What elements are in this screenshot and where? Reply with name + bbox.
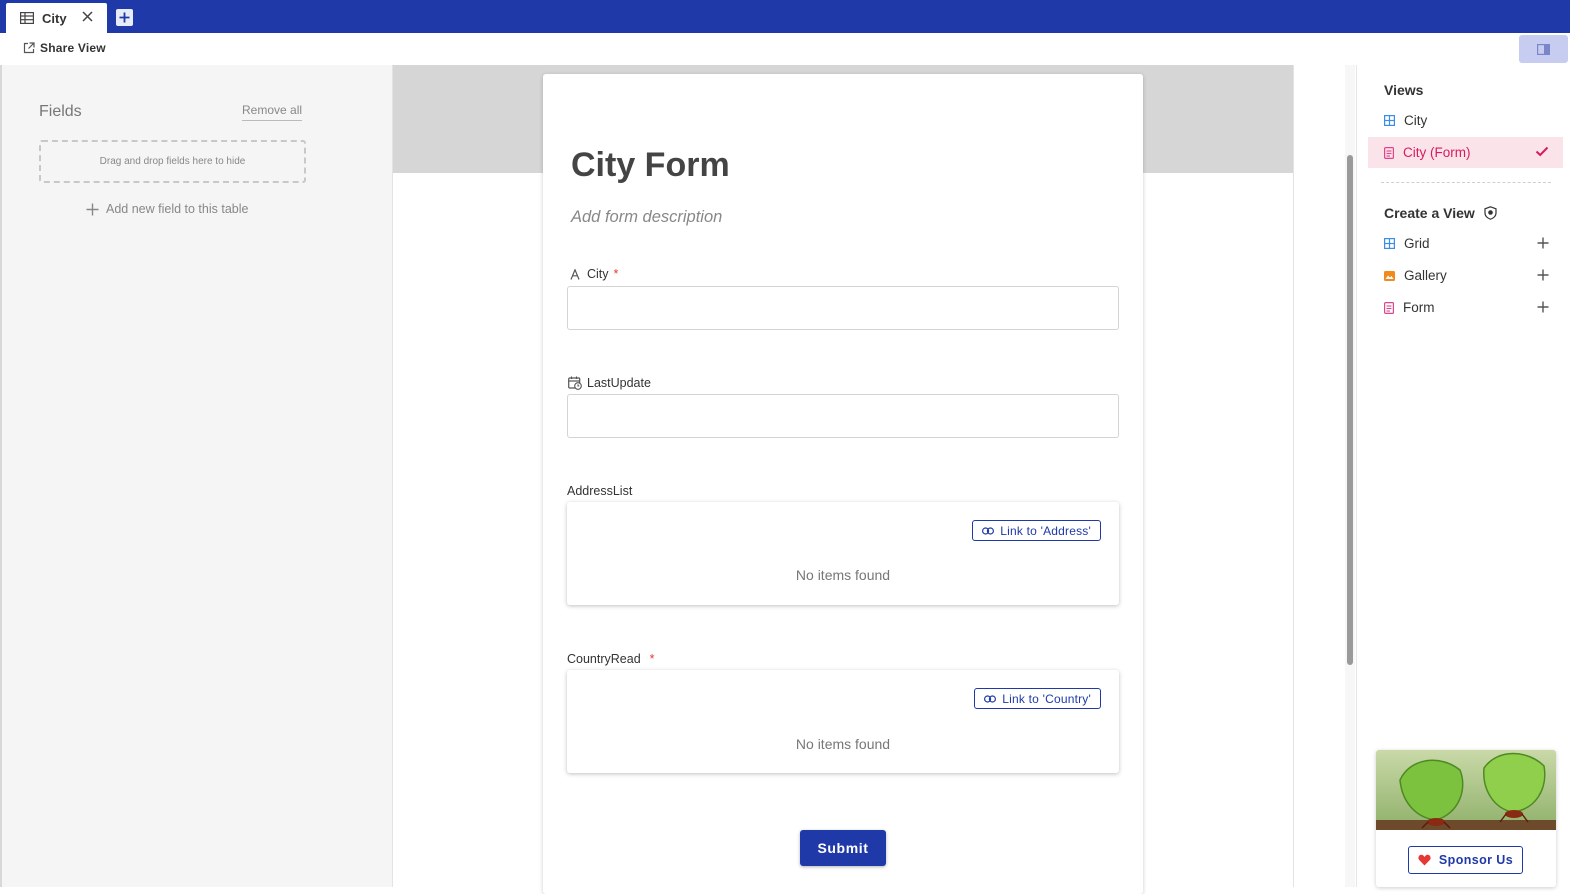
link-country-label: Link to 'Country' [1002, 691, 1091, 706]
sponsor-us-button[interactable]: Sponsor Us [1408, 846, 1523, 874]
field-label-text: AddressList [567, 484, 633, 498]
empty-state-text: No items found [795, 736, 891, 752]
sponsor-card: Sponsor Us [1376, 750, 1556, 887]
tab-city[interactable]: City [6, 3, 107, 33]
required-mark: * [649, 652, 655, 666]
views-heading: Views [1384, 82, 1423, 98]
heart-icon [1418, 854, 1431, 866]
share-view-label: Share View [40, 41, 106, 55]
form-description[interactable]: Add form description [571, 208, 722, 227]
toggle-sidebar-button[interactable] [1519, 35, 1568, 63]
form-card: City Form Add form description City * La… [543, 74, 1143, 894]
calendar-clock-icon [568, 376, 582, 390]
field-label-city: City * [570, 267, 618, 281]
add-new-field-label: Add new field to this table [106, 202, 249, 216]
submit-button[interactable]: Submit [800, 830, 886, 866]
plus-icon [1537, 237, 1549, 249]
create-view-label: Form [1403, 300, 1435, 315]
hidden-fields-panel: Fields Remove all Drag and drop fields h… [2, 65, 392, 887]
field-label-text: CountryRead [567, 652, 641, 666]
share-icon [23, 42, 35, 54]
link-icon [984, 694, 997, 703]
field-label-text: LastUpdate [587, 376, 651, 390]
plus-icon [86, 203, 99, 216]
view-item-label: City [1404, 113, 1428, 128]
grid-icon [1384, 238, 1395, 249]
lastupdate-input[interactable] [567, 394, 1119, 438]
check-icon [1535, 146, 1549, 157]
field-label-text: City [587, 267, 609, 281]
create-view-label: Gallery [1404, 268, 1447, 283]
sponsor-us-label: Sponsor Us [1438, 853, 1514, 867]
form-icon [1384, 301, 1394, 314]
hidden-fields-drop-zone[interactable]: Drag and drop fields here to hide [39, 140, 306, 183]
link-address-button[interactable]: Link to 'Address' [972, 520, 1101, 541]
link-address-label: Link to 'Address' [1000, 523, 1091, 538]
field-label-countryread: CountryRead * [567, 652, 655, 666]
plus-icon [1537, 269, 1549, 281]
plus-icon [1537, 301, 1549, 313]
field-label-addresslist: AddressList [567, 484, 632, 498]
view-toolbar: Share View [0, 33, 1570, 65]
views-panel: Views City City (Form) Create a View Gri… [1357, 65, 1570, 887]
link-country-button[interactable]: Link to 'Country' [974, 688, 1101, 709]
link-icon [982, 526, 995, 535]
shield-icon [1484, 206, 1497, 220]
form-title[interactable]: City Form [571, 146, 730, 185]
add-new-field-button[interactable]: Add new field to this table [86, 202, 248, 216]
view-item-city[interactable]: City [1368, 105, 1563, 136]
create-view-form[interactable]: Form [1368, 292, 1563, 323]
add-tab-button[interactable] [116, 9, 133, 26]
views-divider [1381, 182, 1551, 183]
grid-icon [20, 12, 34, 24]
tab-label: City [42, 10, 67, 26]
close-icon[interactable] [82, 11, 93, 22]
text-type-icon [570, 268, 580, 280]
remove-all-button[interactable]: Remove all [242, 103, 303, 121]
gallery-icon [1384, 270, 1395, 281]
create-view-heading: Create a View [1384, 205, 1497, 221]
view-item-label: City (Form) [1403, 145, 1471, 160]
grid-icon [1384, 115, 1395, 126]
view-item-city-form[interactable]: City (Form) [1368, 137, 1563, 168]
tab-bar: City [0, 0, 1570, 33]
drop-zone-text: Drag and drop fields here to hide [99, 156, 246, 167]
fields-title: Fields [39, 103, 82, 120]
sidebar-icon [1537, 43, 1550, 55]
share-view-button[interactable]: Share View [18, 41, 106, 55]
addresslist-link-box: Link to 'Address' No items found [567, 502, 1119, 605]
create-view-heading-text: Create a View [1384, 205, 1475, 221]
views-heading-text: Views [1384, 82, 1424, 98]
field-label-lastupdate: LastUpdate [568, 376, 651, 390]
countryread-link-box: Link to 'Country' No items found [567, 670, 1119, 773]
scrollbar-thumb[interactable] [1347, 155, 1353, 665]
city-input[interactable] [567, 286, 1119, 330]
required-mark: * [613, 267, 619, 281]
form-icon [1384, 146, 1394, 159]
empty-state-text: No items found [795, 567, 891, 583]
create-view-label: Grid [1404, 236, 1430, 251]
sponsor-image [1376, 750, 1556, 830]
plus-icon [119, 12, 130, 23]
create-view-gallery[interactable]: Gallery [1368, 260, 1563, 291]
create-view-grid[interactable]: Grid [1368, 228, 1563, 259]
